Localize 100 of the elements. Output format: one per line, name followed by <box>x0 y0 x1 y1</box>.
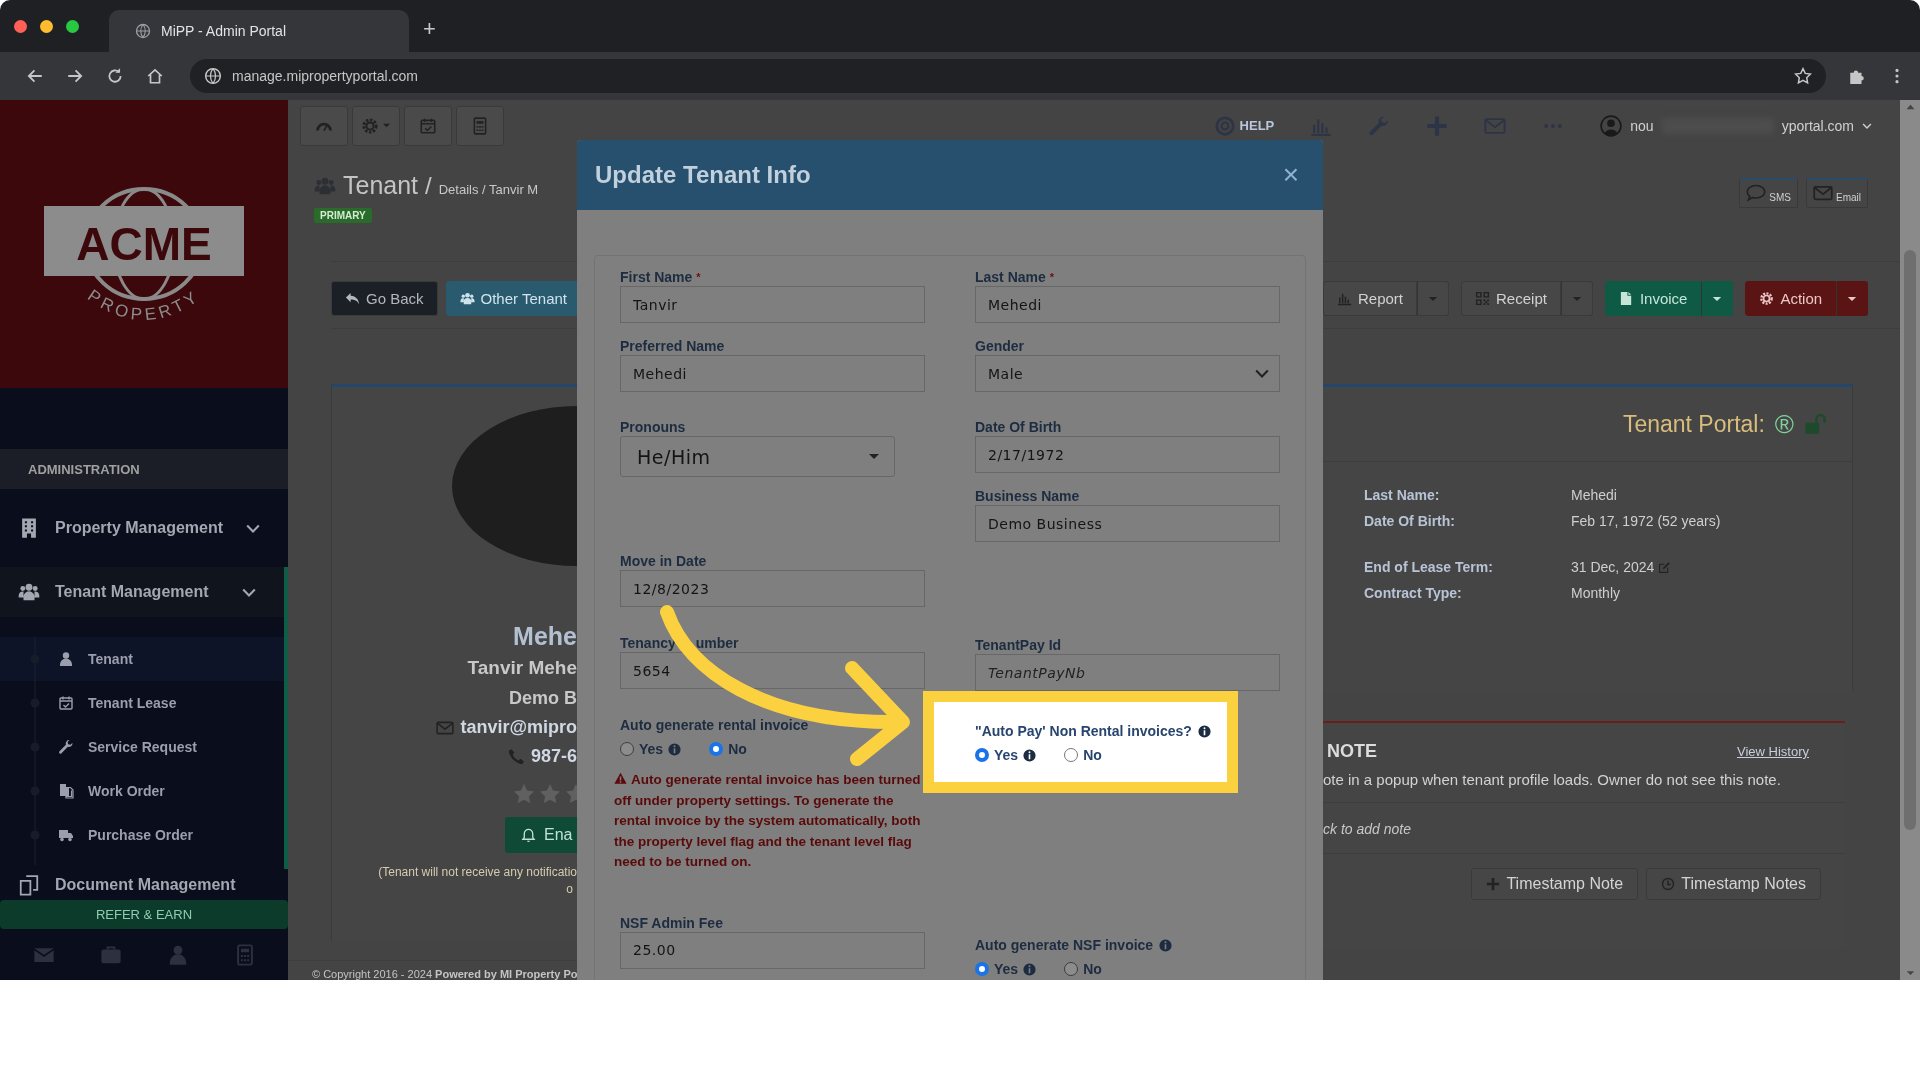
email-link[interactable]: tanvir@mipro <box>460 717 577 738</box>
info-icon[interactable] <box>1197 724 1211 738</box>
scroll-down-icon[interactable] <box>1905 970 1915 976</box>
radio-button[interactable] <box>975 748 989 762</box>
input-field[interactable]: 2/17/1972 <box>975 436 1280 473</box>
sidebar-item[interactable]: Document Management <box>0 869 288 900</box>
people-icon <box>459 291 475 306</box>
field-label: Tenancy <box>620 635 676 651</box>
refer-earn-button[interactable]: REFER & EARN <box>0 900 288 929</box>
dashboard-button[interactable] <box>300 105 348 146</box>
field-label: Move in Date <box>620 552 708 570</box>
radio-label: Yes <box>994 747 1019 763</box>
detail-value: Feb 17, 1972 (52 years) <box>1571 512 1721 531</box>
bookmark-star-icon[interactable] <box>1794 67 1812 85</box>
input-field[interactable]: Mehedi <box>620 355 925 392</box>
wrench-icon <box>58 739 74 755</box>
dropdown-toggle[interactable] <box>1560 281 1593 316</box>
wrench-icon[interactable] <box>1368 114 1391 137</box>
site-info-icon[interactable] <box>204 67 222 85</box>
email-button[interactable]: Email <box>1806 178 1868 208</box>
detail-value: Monthly <box>1571 584 1621 603</box>
info-icon[interactable] <box>1023 748 1037 762</box>
go-back-button[interactable]: Go Back <box>331 281 438 316</box>
reload-icon[interactable] <box>106 67 124 85</box>
star-icon[interactable] <box>539 783 561 805</box>
radio-button[interactable] <box>620 742 634 756</box>
action-button[interactable]: Receipt <box>1461 281 1561 316</box>
dropdown-field[interactable]: He/Him <box>620 436 895 477</box>
dropdown-toggle[interactable] <box>1836 281 1869 316</box>
calculator-button[interactable] <box>456 105 504 146</box>
input-field[interactable]: TenantPayNb <box>975 654 1280 691</box>
input-field[interactable]: Mehedi <box>975 286 1280 323</box>
new-tab-button[interactable]: + <box>423 16 436 42</box>
star-icon[interactable] <box>513 783 535 805</box>
forward-icon[interactable] <box>66 67 84 85</box>
unlocked-padlock-icon[interactable] <box>1804 413 1826 435</box>
timestamp-button[interactable]: Timestamp Note <box>1471 868 1639 900</box>
radio-button[interactable] <box>1064 962 1079 976</box>
window-close-button[interactable] <box>14 19 27 33</box>
window-zoom-button[interactable] <box>66 19 79 33</box>
sidebar-subitem[interactable]: Service Request <box>0 725 284 769</box>
close-button[interactable]: × <box>1282 161 1299 189</box>
sidebar-item[interactable]: Tenant Management <box>0 567 284 617</box>
caret-icon <box>1847 295 1858 302</box>
sidebar-subitem[interactable]: Tenant Lease <box>0 681 284 725</box>
input-field[interactable]: 25.00 <box>620 931 925 969</box>
timestamp-button[interactable]: Timestamp Notes <box>1646 868 1821 900</box>
address-bar[interactable]: manage.mipropertyportal.com <box>190 59 1826 93</box>
file-icon <box>1618 291 1634 306</box>
dropdown-toggle[interactable] <box>1701 281 1734 316</box>
action-button[interactable]: Invoice <box>1604 281 1702 316</box>
plus-icon <box>1486 877 1501 891</box>
avatar-icon[interactable] <box>1600 114 1623 137</box>
field-label: Preferred Name <box>620 337 726 355</box>
edit-icon[interactable] <box>1658 560 1672 574</box>
sidebar-item[interactable]: Property Management <box>0 489 288 567</box>
settings-button[interactable] <box>352 105 400 146</box>
window-minimize-button[interactable] <box>40 19 53 33</box>
action-button[interactable]: Report <box>1323 281 1418 316</box>
dropdown-toggle[interactable] <box>1417 281 1450 316</box>
sidebar-subitem[interactable]: Purchase Order <box>0 813 284 857</box>
user-email-start[interactable]: nou <box>1630 117 1654 134</box>
sidebar-subitem[interactable]: Tenant <box>0 637 284 681</box>
calendar-button[interactable] <box>404 105 452 146</box>
caret-icon <box>1571 295 1582 302</box>
add-note-placeholder[interactable]: ck to add note <box>1323 803 1845 854</box>
home-icon[interactable] <box>146 67 164 85</box>
enable-button[interactable]: Ena <box>505 817 577 853</box>
input-field[interactable]: 12/8/2023 <box>620 570 925 607</box>
user-email-end[interactable]: yportal.com <box>1781 117 1854 134</box>
field-label: Pronouns <box>620 418 687 436</box>
browser-tab[interactable]: MiPP - Admin Portal <box>109 10 409 52</box>
chevron-down-icon <box>1255 369 1269 378</box>
field-label: First Name <box>620 269 693 285</box>
back-icon[interactable] <box>26 67 44 85</box>
input-field[interactable]: Tanvir <box>620 286 925 323</box>
scroll-up-icon[interactable] <box>1905 104 1915 110</box>
sidebar-subitem[interactable]: Work Order <box>0 769 284 813</box>
scrollbar-thumb[interactable] <box>1904 250 1916 830</box>
radio-button[interactable] <box>1064 748 1079 762</box>
view-history-link[interactable]: View History <box>1737 744 1809 759</box>
plus-icon[interactable] <box>1426 114 1449 137</box>
input-field[interactable]: Demo Business <box>975 505 1280 542</box>
note-description: ote in a popup when tenant profile loads. Owner do not see this note. <box>1323 762 1845 803</box>
radio-label: Yes <box>639 741 664 757</box>
calendar-icon <box>58 695 74 711</box>
settings-icon <box>1759 291 1775 306</box>
scrollbar[interactable] <box>1900 100 1920 980</box>
action-button[interactable]: Action <box>1745 281 1837 316</box>
radio-button[interactable] <box>709 742 724 756</box>
select-field[interactable]: Male <box>975 355 1280 392</box>
chat-bubble-icon <box>1746 183 1767 203</box>
help-link[interactable]: HELP <box>1239 118 1275 133</box>
field-label: "Auto Pay' Non Rental invoices? <box>975 722 1192 740</box>
chevron-down-icon[interactable] <box>1862 122 1872 129</box>
bar-chart-icon <box>1337 291 1352 306</box>
lifebuoy-icon[interactable] <box>1213 114 1236 137</box>
section-header: ADMINISTRATION <box>0 449 288 489</box>
sms-button[interactable]: SMS <box>1739 178 1798 208</box>
radio-button[interactable] <box>975 962 989 976</box>
